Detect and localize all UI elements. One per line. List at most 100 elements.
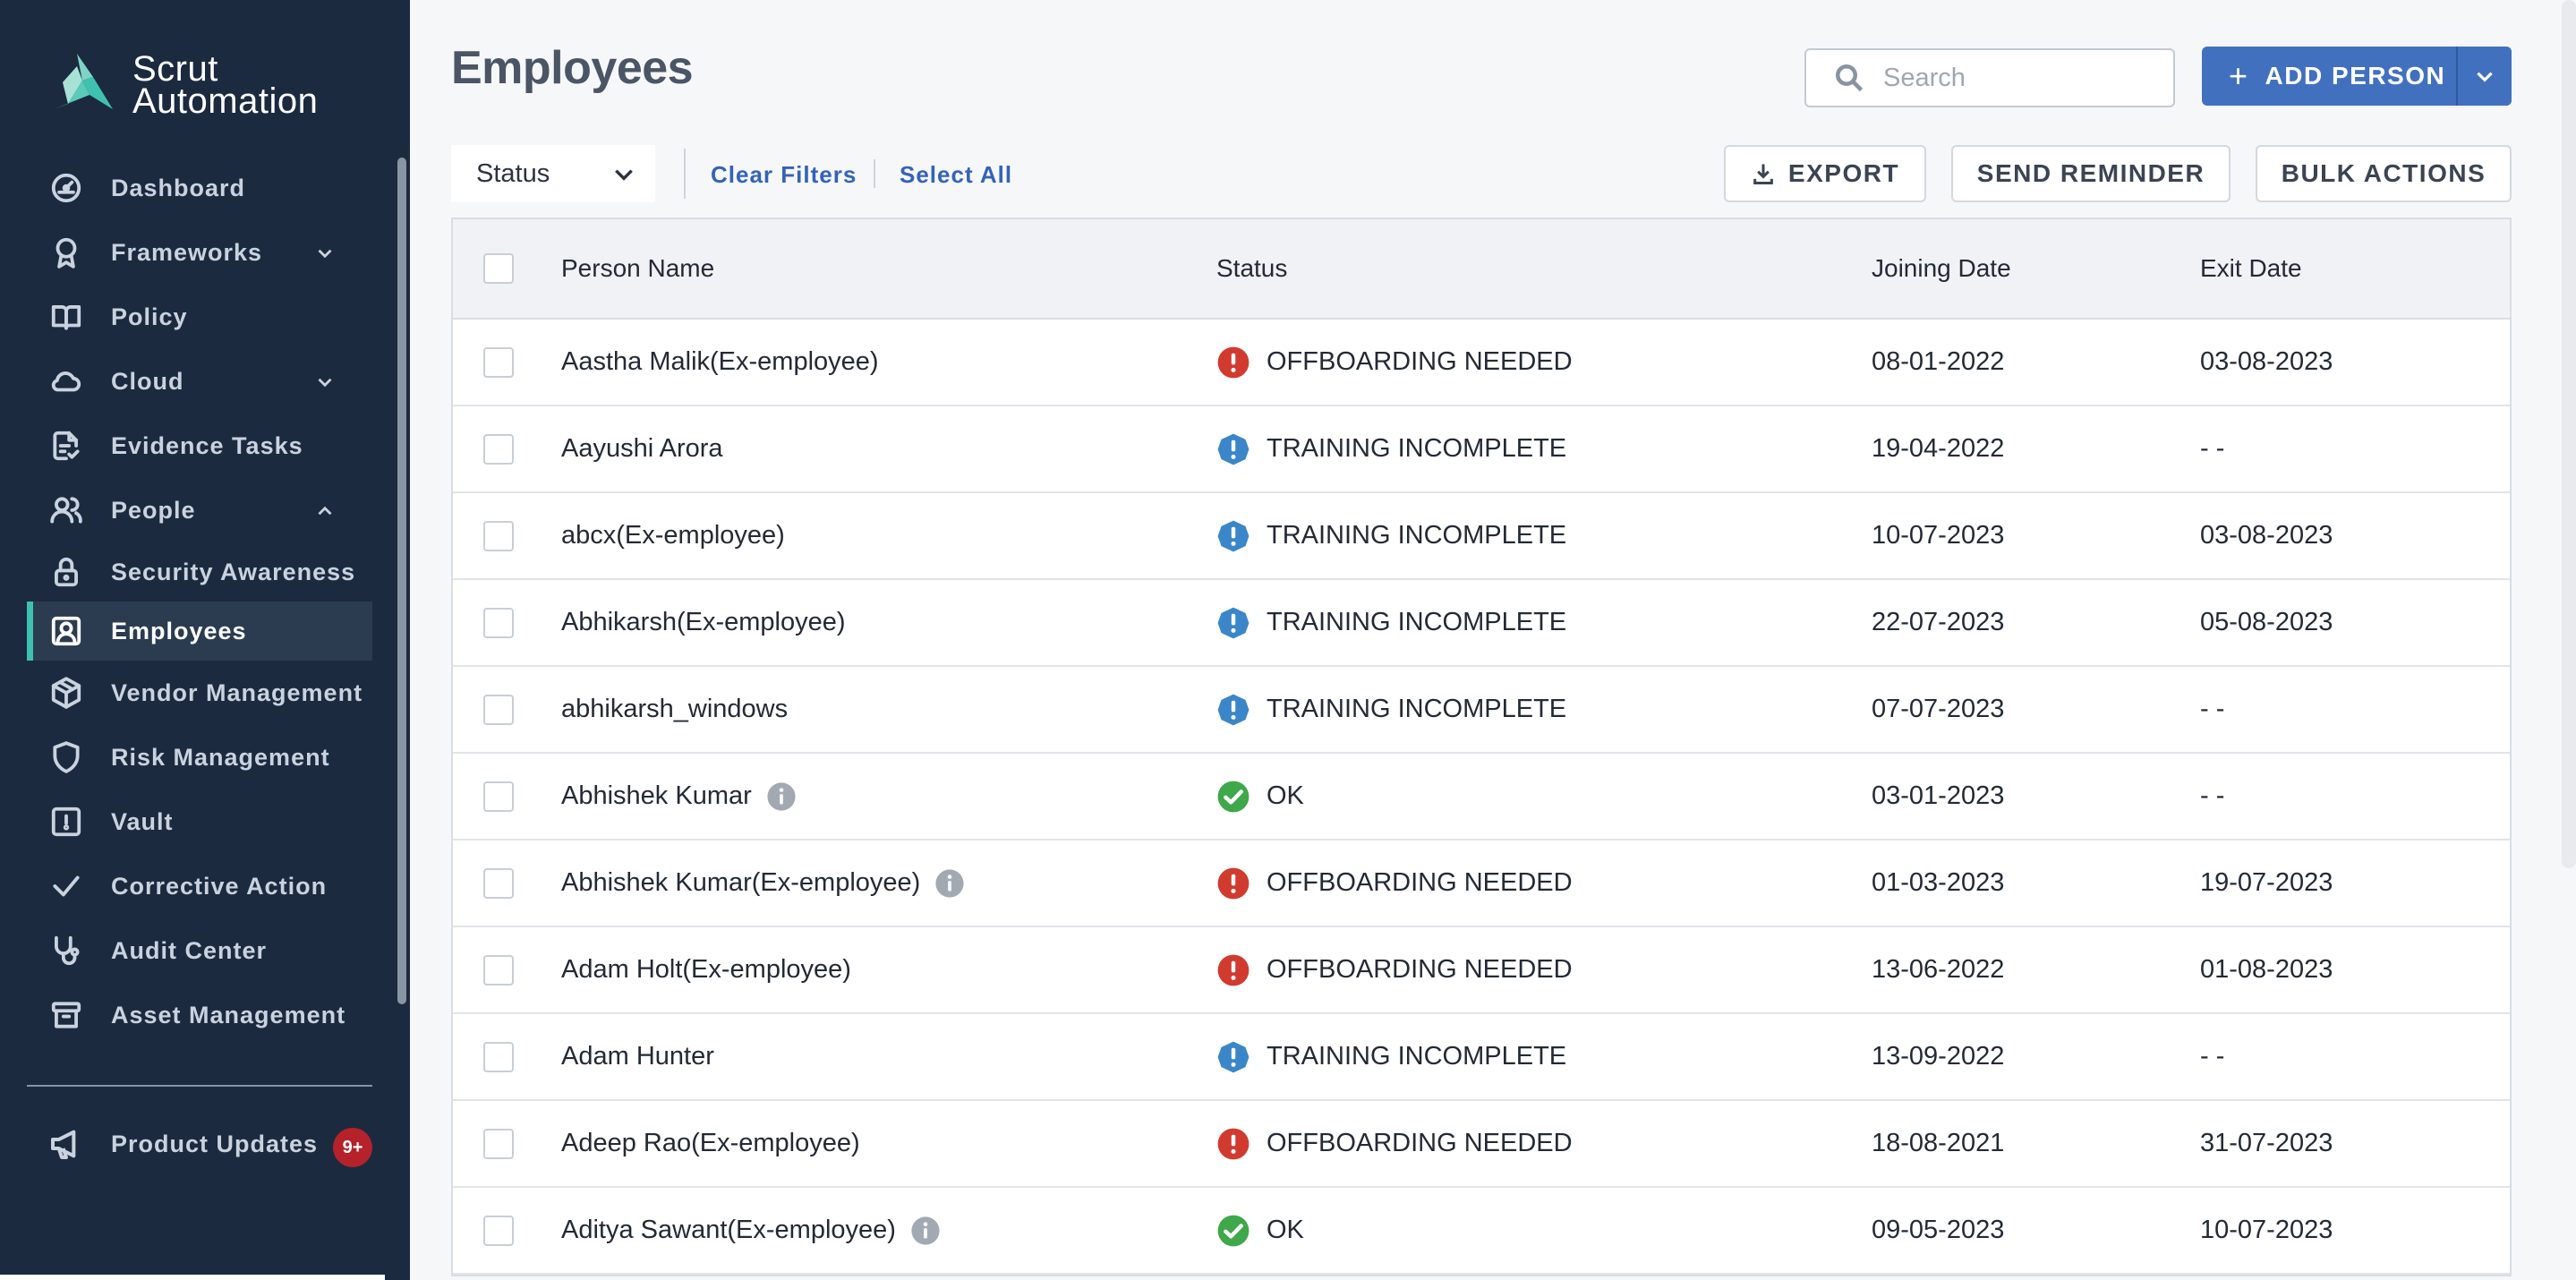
sidebar-item-employees[interactable]: Employees	[27, 602, 372, 661]
select-all-checkbox[interactable]	[483, 253, 514, 284]
table-row[interactable]: Abhishek Kumar OK 03-01-2023 - -	[453, 754, 2510, 841]
export-button[interactable]: EXPORT	[1724, 145, 1926, 202]
search-input[interactable]	[1883, 63, 2152, 93]
person-name[interactable]: Abhishek Kumar(Ex-employee)	[561, 868, 920, 898]
column-header-person-name[interactable]: Person Name	[561, 219, 714, 318]
sidebar-item-vendor-management[interactable]: Vendor Management	[27, 661, 372, 725]
table-row[interactable]: abcx(Ex-employee) TRAINING INCOMPLETE 10-0…	[453, 493, 2510, 580]
error-icon	[1216, 346, 1250, 380]
sidebar-item-corrective-action[interactable]: Corrective Action	[27, 854, 372, 918]
table-row[interactable]: Aayushi Arora TRAINING INCOMPLETE 19-04-20…	[453, 406, 2510, 493]
sidebar-scrollbar[interactable]	[397, 158, 406, 1004]
status-cell: OFFBOARDING NEEDED	[1216, 927, 1573, 1012]
table-row[interactable]: Aditya Sawant(Ex-employee) OK 09-05-2023 10…	[453, 1188, 2510, 1275]
sidebar-item-frameworks[interactable]: Frameworks	[27, 220, 372, 285]
table-row[interactable]: Abhikarsh(Ex-employee) TRAINING INCOMPLET…	[453, 580, 2510, 667]
person-name[interactable]: Abhishek Kumar	[561, 781, 752, 811]
select-all-link[interactable]: Select All	[900, 161, 1012, 189]
row-checkbox[interactable]	[483, 346, 514, 378]
table-row[interactable]: Adam Hunter TRAINING INCOMPLETE 13-09-2022…	[453, 1014, 2510, 1101]
box-icon	[48, 675, 84, 711]
table-row[interactable]: Adeep Rao(Ex-employee) OFFBOARDING NEEDED…	[453, 1101, 2510, 1188]
row-checkbox[interactable]	[483, 954, 514, 986]
table-row[interactable]: Adam Holt(Ex-employee) OFFBOARDING NEEDED…	[453, 927, 2510, 1014]
info-icon[interactable]	[910, 1216, 941, 1246]
sidebar-item-risk-management[interactable]: Risk Management	[27, 725, 372, 789]
column-header-exit-date[interactable]: Exit Date	[2200, 219, 2302, 318]
row-checkbox[interactable]	[483, 1041, 514, 1072]
person-name[interactable]: Aayushi Arora	[561, 434, 723, 464]
sidebar-item-policy[interactable]: Policy	[27, 285, 372, 349]
row-checkbox[interactable]	[483, 781, 514, 812]
status-text: TRAINING INCOMPLETE	[1267, 1042, 1567, 1071]
sidebar-item-people[interactable]: People	[27, 478, 372, 542]
person-name[interactable]: abhikarsh_windows	[561, 695, 788, 724]
column-header-joining-date[interactable]: Joining Date	[1872, 219, 2011, 318]
column-header-status[interactable]: Status	[1216, 219, 1287, 318]
status-cell: TRAINING INCOMPLETE	[1216, 667, 1566, 752]
sidebar-item-audit-center[interactable]: Audit Center	[27, 918, 372, 983]
row-checkbox[interactable]	[483, 1215, 514, 1246]
sidebar-item-label: Employees	[111, 617, 247, 644]
person-name[interactable]: Aastha Malik(Ex-employee)	[561, 347, 879, 377]
person-name[interactable]: Adam Hunter	[561, 1042, 714, 1071]
award-icon	[48, 235, 84, 270]
person-name[interactable]: Aditya Sawant(Ex-employee)	[561, 1216, 896, 1245]
warning-icon	[1216, 519, 1250, 553]
sidebar-item-cloud[interactable]: Cloud	[27, 349, 372, 414]
search-box[interactable]	[1804, 48, 2175, 107]
sidebar-item-product-updates[interactable]: Product Updates	[48, 1126, 318, 1162]
info-icon[interactable]	[934, 868, 965, 899]
sidebar-item-vault[interactable]: Vault	[27, 789, 372, 854]
status-cell: OFFBOARDING NEEDED	[1216, 1101, 1573, 1186]
chevron-down-icon[interactable]	[313, 242, 337, 265]
chevron-down-icon[interactable]	[313, 371, 337, 394]
person-name[interactable]: Abhikarsh(Ex-employee)	[561, 608, 846, 637]
row-checkbox[interactable]	[483, 520, 514, 551]
person-name[interactable]: abcx(Ex-employee)	[561, 521, 785, 550]
status-filter-select[interactable]: Status	[451, 145, 655, 202]
person-name[interactable]: Adam Holt(Ex-employee)	[561, 955, 851, 985]
sidebar-item-label: Cloud	[111, 367, 184, 395]
table-row[interactable]: abhikarsh_windows TRAINING INCOMPLETE 07-0…	[453, 667, 2510, 754]
brand-logo[interactable]: Scrut Automation	[50, 50, 318, 120]
cloud-icon	[48, 363, 84, 399]
person-name-cell: Aditya Sawant(Ex-employee)	[561, 1188, 941, 1273]
info-icon[interactable]	[766, 781, 797, 812]
warning-icon	[1216, 693, 1250, 727]
exit-date-cell: 03-08-2023	[2200, 521, 2333, 550]
status-text: OFFBOARDING NEEDED	[1267, 1129, 1573, 1157]
person-name[interactable]: Adeep Rao(Ex-employee)	[561, 1129, 860, 1158]
sidebar-item-evidence-tasks[interactable]: Evidence Tasks	[27, 414, 372, 478]
exit-date-cell: 31-07-2023	[2200, 1129, 2333, 1157]
row-checkbox[interactable]	[483, 867, 514, 899]
row-checkbox[interactable]	[483, 433, 514, 465]
sidebar-item-asset-management[interactable]: Asset Management	[27, 983, 372, 1047]
dashboard-icon	[48, 170, 84, 206]
sidebar-item-label: Audit Center	[111, 936, 267, 964]
employees-table: Person Name Status Joining Date Exit Dat…	[451, 218, 2512, 1276]
table-row[interactable]: Abhishek Kumar(Ex-employee) OFFBOARDING N…	[453, 841, 2510, 927]
status-cell: OK	[1216, 1188, 1304, 1273]
add-person-dropdown-button[interactable]	[2456, 47, 2512, 106]
toolbar-divider	[684, 149, 686, 199]
row-checkbox[interactable]	[483, 607, 514, 638]
clear-filters-link[interactable]: Clear Filters	[711, 161, 857, 189]
sidebar-item-dashboard[interactable]: Dashboard	[27, 156, 372, 220]
check-circle-icon	[1216, 780, 1250, 814]
status-text: OK	[1267, 1216, 1304, 1244]
sidebar-item-label: Dashboard	[111, 174, 246, 201]
row-checkbox[interactable]	[483, 694, 514, 725]
chevron-up-icon[interactable]	[313, 499, 337, 523]
joining-date-cell: 22-07-2023	[1872, 608, 2005, 636]
page-scrollbar[interactable]	[2562, 0, 2576, 868]
row-checkbox[interactable]	[483, 1128, 514, 1159]
joining-date-cell: 03-01-2023	[1872, 781, 2005, 810]
table-header: Person Name Status Joining Date Exit Dat…	[453, 219, 2510, 320]
sidebar-nav: Dashboard Frameworks Policy Cloud Eviden…	[27, 156, 372, 1047]
table-row[interactable]: Aastha Malik(Ex-employee) OFFBOARDING NEE…	[453, 320, 2510, 406]
bulk-actions-button[interactable]: BULK ACTIONS	[2256, 145, 2512, 202]
exit-date-cell: - -	[2200, 781, 2225, 810]
sidebar-item-security-awareness[interactable]: Security Awareness	[27, 542, 372, 602]
send-reminder-button[interactable]: SEND REMINDER	[1951, 145, 2231, 202]
